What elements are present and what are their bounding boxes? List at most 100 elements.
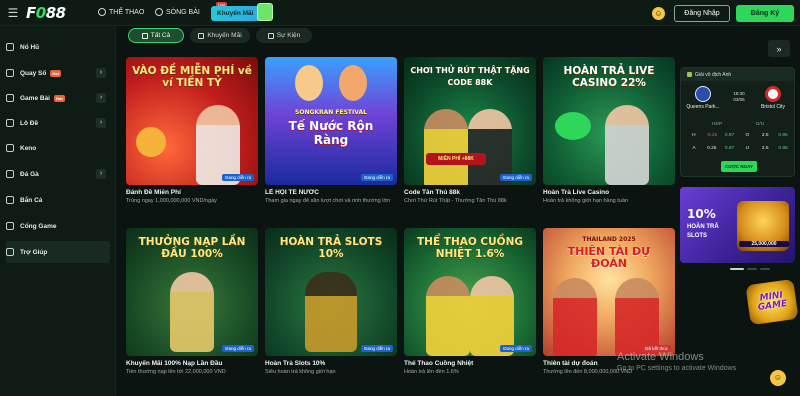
cartoon-figure — [339, 65, 367, 101]
calendar-icon — [267, 32, 274, 39]
carousel-dot[interactable] — [747, 268, 757, 270]
promo-headline: HOÀN TRẢ LIVE CASINO 22% — [563, 65, 655, 89]
promo-banner-live-casino[interactable]: HOÀN TRẢ LIVE CASINO 22% — [543, 57, 675, 185]
odds-value[interactable]: 0.87 — [721, 146, 739, 151]
mini-game-button[interactable]: MINI GAME — [745, 278, 799, 326]
promo-card[interactable]: SONGKRAN FESTIVAL Tế Nước Rộn Ràng Đang … — [265, 57, 397, 213]
promo-card[interactable]: THƯỞNG NẠP LẦN ĐẦU 100% Đang diễn ra Khu… — [126, 228, 258, 384]
logo[interactable]: F088 — [26, 4, 66, 22]
promotions-button[interactable]: Khuyến Mãi — [211, 3, 273, 21]
trophy-icon — [687, 72, 692, 77]
match-widget: Giải vô địch Anh Queens Park... 18:30 03… — [680, 67, 795, 177]
player-figure — [553, 278, 597, 356]
register-button[interactable]: Đăng Ký — [736, 5, 794, 22]
hot-badge: Hot — [54, 94, 65, 102]
coin-icon — [136, 127, 166, 157]
promo-desc: Siêu hoàn trả không giới hạn — [265, 369, 336, 375]
megaphone-icon — [555, 112, 591, 140]
collapse-panel-button[interactable]: » — [768, 40, 790, 57]
model-figure — [605, 105, 649, 185]
odds-ou-line[interactable]: 2.5 — [756, 133, 774, 138]
promo-banner-first-deposit[interactable]: THƯỞNG NẠP LẦN ĐẦU 100% Đang diễn ra — [126, 228, 258, 356]
odds-row-away[interactable]: A 0.25 0.87 U 2.5 0.86 — [685, 144, 792, 153]
nav-casino[interactable]: SÒNG BÀI — [155, 8, 200, 16]
match-time-date: 03/05 — [733, 97, 745, 102]
gift-icon — [257, 3, 273, 21]
promo-card[interactable]: THỂ THAO CUỒNG NHIỆT 1.6% Đang diễn ra T… — [404, 228, 536, 384]
slots-rebate-banner[interactable]: 10% HOÀN TRẢ SLOTS 25,000,000 — [680, 187, 795, 263]
sidebar-item-keno[interactable]: Keno — [6, 137, 110, 159]
promo-banner-sports[interactable]: THỂ THAO CUỒNG NHIỆT 1.6% Đang diễn ra — [404, 228, 536, 356]
odds-value[interactable]: 0.86 — [774, 146, 792, 151]
model-figure — [196, 105, 240, 185]
sidebar-item-game-bai[interactable]: Game Bài Hot › — [6, 87, 110, 109]
sidebar: Nổ Hũ Quay Số Hot › Game Bài Hot › Lô Đề… — [0, 26, 116, 396]
promo-banner-slots-rebate[interactable]: HOÀN TRẢ SLOTS 10% Đang diễn ra — [265, 228, 397, 356]
promo-banner-songkran[interactable]: SONGKRAN FESTIVAL Tế Nước Rộn Ràng Đang … — [265, 57, 397, 185]
bonus-badge: MIỄN PHÍ +88K — [426, 153, 486, 165]
cartoon-figure — [295, 65, 323, 101]
promo-banner-free-lottery[interactable]: VÀO ĐỀ MIỄN PHÍ về ví TIỀN TỶ Đang diễn … — [126, 57, 258, 185]
sidebar-item-lo-de[interactable]: Lô Đề › — [6, 112, 110, 134]
sidebar-item-label: Cổng Game — [20, 222, 57, 230]
promo-card[interactable]: HOÀN TRẢ LIVE CASINO 22% Hoàn Trả Live C… — [543, 57, 675, 213]
login-button[interactable]: Đăng Nhập — [674, 5, 730, 22]
home-team[interactable]: Queens Park... — [683, 86, 723, 110]
bet-now-button[interactable]: CƯỢC NGAY — [721, 161, 757, 172]
promo-headline: CHƠI THỬ RÚT THẬT TẶNG CODE 88K — [410, 66, 530, 87]
promo-card[interactable]: CHƠI THỬ RÚT THẬT TẶNG CODE 88K MIỄN PHÍ… — [404, 57, 536, 213]
odds-header: HDP O/U — [685, 120, 792, 129]
promo-title: Code Tân Thủ 88k — [404, 189, 460, 196]
promo-headline: THỂ THAO CUỒNG NHIỆT 1.6% — [417, 236, 523, 260]
tab-tat-ca[interactable]: Tất Cả — [128, 28, 184, 43]
odds-handicap[interactable]: 0.25 — [703, 146, 721, 151]
anubis-figure — [305, 272, 357, 352]
sidebar-item-label: Đá Gà — [20, 170, 39, 178]
status-badge: Đang diễn ra — [222, 174, 254, 181]
odds-ou-line[interactable]: 2.5 — [756, 146, 774, 151]
sidebar-item-da-ga[interactable]: Đá Gà › — [6, 163, 110, 185]
chat-support-icon[interactable]: ☺ — [770, 370, 786, 386]
sidebar-item-cong-game[interactable]: Cổng Game — [6, 215, 110, 237]
chevron-right-icon[interactable]: › — [96, 93, 106, 103]
fish-icon — [6, 196, 14, 204]
promo-banner-prediction[interactable]: THAILAND 2025 THIÊN TÀI DỰ ĐOÁN Đã kết t… — [543, 228, 675, 356]
league-name: Giải vô địch Anh — [695, 71, 732, 78]
chevron-right-icon[interactable]: › — [96, 68, 106, 78]
help-icon — [6, 248, 14, 256]
sidebar-item-tro-giup[interactable]: Trợ Giúp — [6, 241, 110, 263]
carousel-dot[interactable] — [730, 268, 744, 270]
chevron-right-icon[interactable]: › — [96, 118, 106, 128]
away-team[interactable]: Bristol City — [753, 86, 793, 110]
tab-khuyen-mai[interactable]: Khuyến Mãi — [190, 28, 250, 43]
status-badge: Đang diễn ra — [361, 174, 393, 181]
nav-sports[interactable]: THỂ THAO — [98, 8, 144, 16]
model-figure — [470, 276, 514, 356]
sidebar-item-ban-ca[interactable]: Bắn Cá — [6, 189, 110, 211]
menu-icon[interactable]: ☰ — [6, 6, 20, 20]
chevron-right-icon[interactable]: › — [96, 169, 106, 179]
odds-header-ou: O/U — [755, 122, 765, 127]
odds-value[interactable]: 0.87 — [721, 133, 739, 138]
player-figure — [424, 109, 468, 185]
rooster-icon — [6, 170, 14, 178]
promo-card[interactable]: HOÀN TRẢ SLOTS 10% Đang diễn ra Hoàn Trả… — [265, 228, 397, 384]
model-figure — [170, 272, 214, 352]
carousel-dot[interactable] — [760, 268, 770, 270]
odds-row-home[interactable]: H -0.25 0.87 O 2.5 0.95 — [685, 131, 792, 140]
sidebar-item-quay-so[interactable]: Quay Số Hot › — [6, 62, 110, 84]
coin-icon[interactable]: ☺ — [652, 7, 665, 20]
watermark-subtitle: Go to PC settings to activate Windows — [617, 365, 737, 372]
odds-value[interactable]: 0.95 — [774, 133, 792, 138]
tab-su-kien[interactable]: Sự Kiện — [256, 28, 312, 43]
slots-percent: 10% — [687, 207, 716, 221]
sidebar-item-no-hu[interactable]: Nổ Hũ — [6, 36, 110, 58]
hot-badge: Hot — [50, 69, 62, 77]
odds-side: H — [692, 133, 696, 138]
promo-card[interactable]: VÀO ĐỀ MIỄN PHÍ về ví TIỀN TỶ Đang diễn … — [126, 57, 258, 213]
sidebar-item-label: Quay Số — [20, 69, 47, 77]
odds-handicap[interactable]: -0.25 — [703, 133, 721, 138]
carousel-dots[interactable] — [730, 268, 770, 270]
promo-desc: Hoàn trả lên đến 1.6% — [404, 369, 459, 375]
promo-banner-code-88k[interactable]: CHƠI THỬ RÚT THẬT TẶNG CODE 88K MIỄN PHÍ… — [404, 57, 536, 185]
